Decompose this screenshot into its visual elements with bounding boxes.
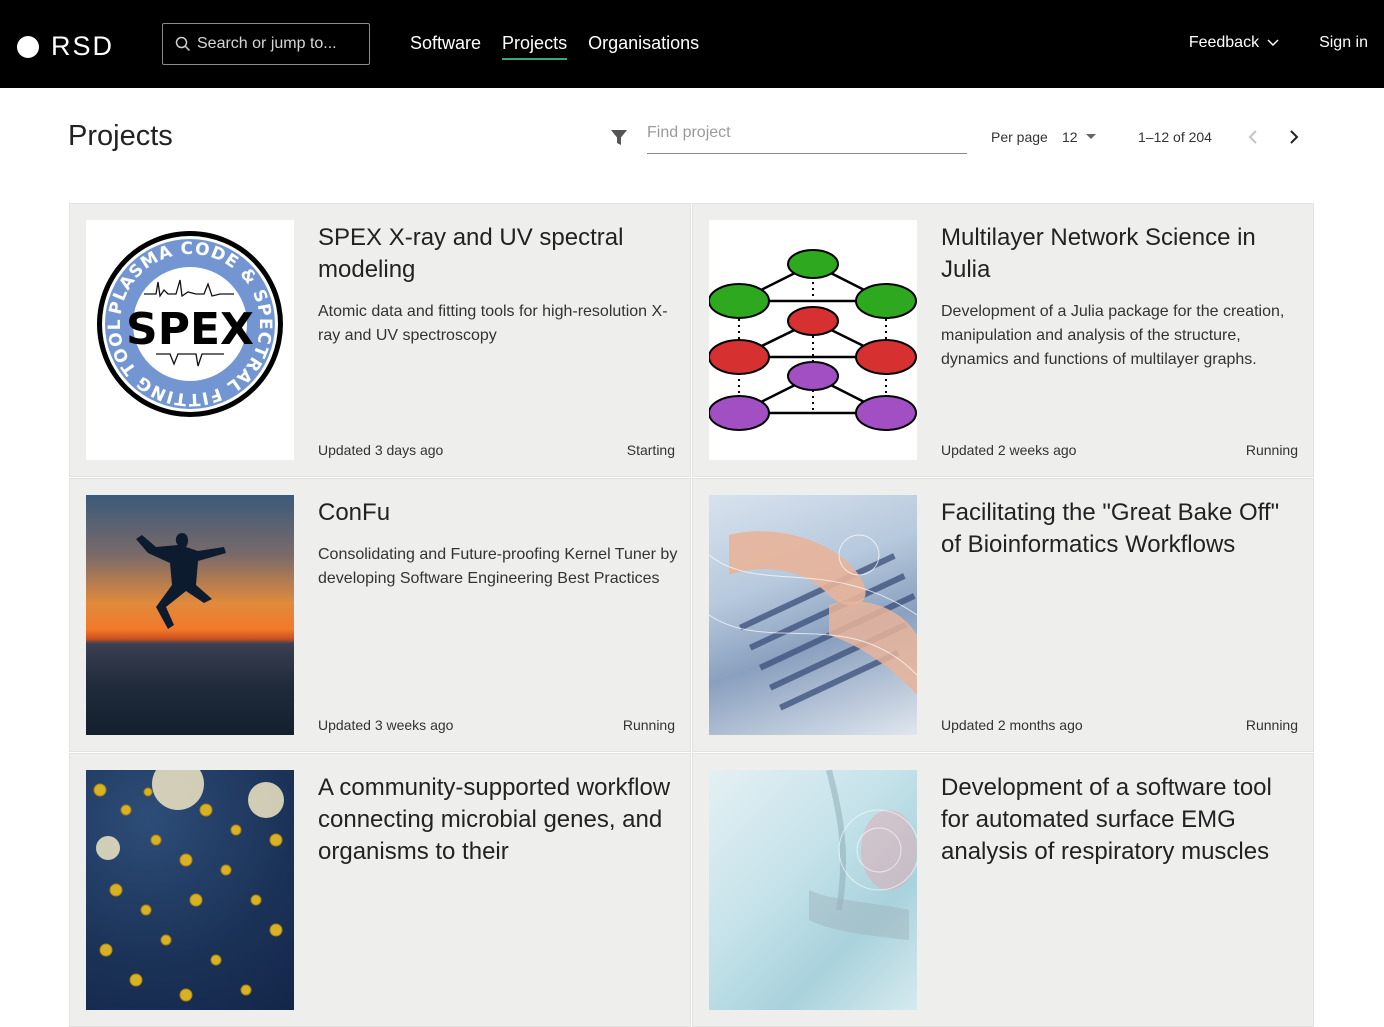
per-page-label: Per page (991, 129, 1048, 145)
project-updated: Updated 3 weeks ago (318, 717, 454, 733)
per-page-select[interactable]: 12 (1062, 129, 1096, 145)
project-card[interactable]: PLASMA CODE & SPECTRAL FITTING TOOL SPEX… (69, 203, 691, 477)
nav-organisations[interactable]: Organisations (588, 33, 699, 60)
project-title[interactable]: A community-supported workflow connectin… (318, 772, 678, 868)
project-card[interactable]: Development of a software tool for autom… (692, 753, 1314, 1027)
nav-software[interactable]: Software (410, 33, 481, 60)
project-updated: Updated 2 months ago (941, 717, 1083, 733)
filter-icon[interactable] (610, 129, 628, 147)
project-grid: PLASMA CODE & SPECTRAL FITTING TOOL SPEX… (69, 203, 1314, 1027)
user-actions: Feedback Sign in (1189, 34, 1368, 52)
project-status: Running (1245, 442, 1298, 458)
multilayer-network-image (709, 220, 917, 460)
medical-emg-image (709, 770, 917, 1010)
keyboard-hands-image (709, 495, 917, 735)
top-navigation-bar: RSD Software Projects Organisations Feed… (0, 0, 1384, 88)
project-updated: Updated 3 days ago (318, 442, 444, 458)
project-updated: Updated 2 weeks ago (941, 442, 1077, 458)
microbial-image (86, 770, 294, 1010)
find-project-input[interactable] (647, 124, 967, 142)
logo-circle-icon (17, 35, 39, 58)
project-status: Running (1245, 717, 1298, 733)
svg-text:SPEX: SPEX (126, 304, 254, 355)
feedback-menu[interactable]: Feedback (1189, 34, 1279, 52)
project-title[interactable]: ConFu (318, 497, 678, 529)
pagination-range: 1–12 of 204 (1138, 129, 1212, 145)
project-description: Atomic data and fitting tools for high-r… (318, 303, 668, 344)
next-page-icon[interactable] (1286, 129, 1302, 145)
project-title[interactable]: SPEX X-ray and UV spectral modeling (318, 222, 678, 286)
nav-projects[interactable]: Projects (502, 33, 568, 60)
sign-in-link[interactable]: Sign in (1319, 34, 1368, 52)
global-search[interactable] (162, 23, 370, 65)
logo-text: RSD (51, 31, 115, 61)
project-description: Development of a Julia package for the c… (941, 303, 1285, 368)
spex-logo-image: PLASMA CODE & SPECTRAL FITTING TOOL SPEX (86, 220, 294, 460)
global-search-input[interactable] (197, 35, 367, 53)
rsd-logo[interactable]: RSD (17, 31, 114, 62)
previous-page-icon[interactable] (1246, 129, 1262, 145)
main-nav: Software Projects Organisations (410, 33, 699, 60)
find-project-field[interactable] (647, 124, 967, 154)
caret-down-icon (1085, 134, 1096, 139)
project-status: Running (622, 717, 675, 733)
project-card[interactable]: Multilayer Network Science in Julia Deve… (692, 203, 1314, 477)
project-status: Starting (626, 442, 675, 458)
search-icon (175, 36, 191, 52)
feedback-label: Feedback (1188, 34, 1260, 51)
project-card[interactable]: Facilitating the "Great Bake Off" of Bio… (692, 478, 1314, 752)
project-card[interactable]: A community-supported workflow connectin… (69, 753, 691, 1027)
project-title[interactable]: Multilayer Network Science in Julia (941, 222, 1301, 286)
chevron-down-icon (1267, 39, 1279, 47)
project-title[interactable]: Facilitating the "Great Bake Off" of Bio… (941, 497, 1301, 561)
page-title: Projects (68, 120, 173, 152)
project-card[interactable]: ConFu Consolidating and Future-proofing … (69, 478, 691, 752)
project-description: Consolidating and Future-proofing Kernel… (318, 546, 678, 587)
per-page-value: 12 (1062, 129, 1078, 145)
sunset-jump-image (86, 495, 294, 735)
project-title[interactable]: Development of a software tool for autom… (941, 772, 1301, 868)
